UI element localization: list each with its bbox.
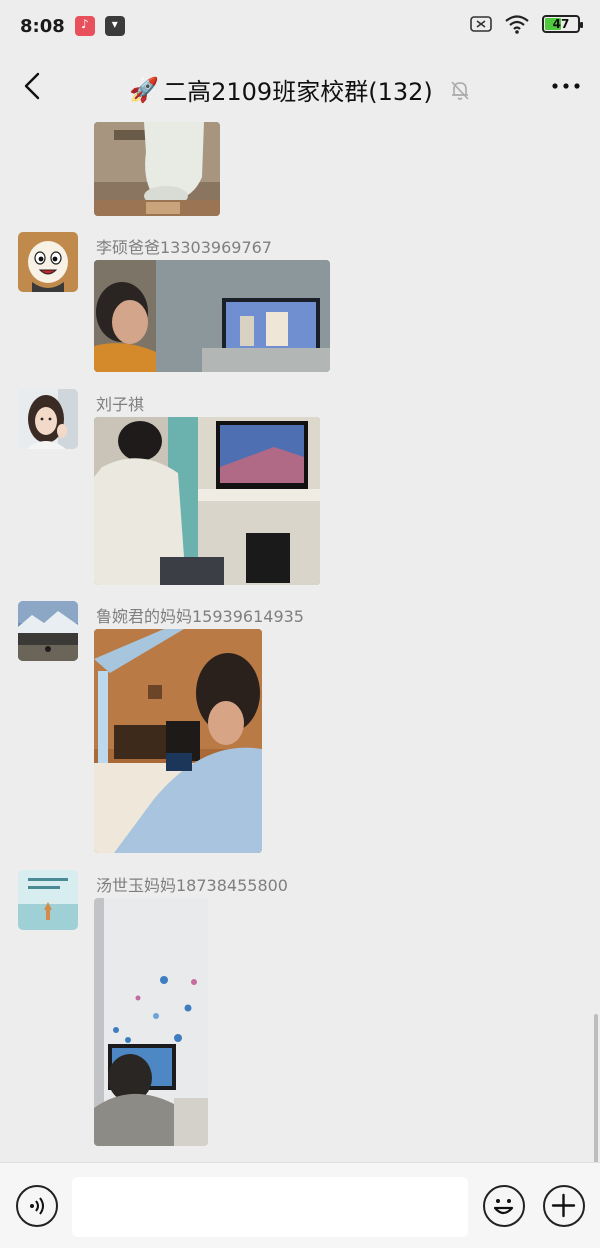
more-button[interactable] bbox=[546, 68, 586, 104]
battery-icon: 47 bbox=[542, 15, 583, 33]
avatar[interactable] bbox=[18, 232, 78, 292]
status-time: 8:08 bbox=[20, 15, 65, 37]
sender-name: 汤世玉妈妈18738455800 bbox=[96, 876, 288, 895]
sender-name: 李硕爸爸13303969767 bbox=[96, 238, 272, 257]
scrollbar[interactable] bbox=[594, 1014, 598, 1162]
battery-percent: 47 bbox=[552, 17, 570, 31]
message-photo[interactable] bbox=[94, 629, 262, 853]
message-photo[interactable] bbox=[94, 260, 330, 372]
status-bar: 8:08 ♪ ▾ 47 bbox=[0, 0, 600, 52]
chat-screen: 8:08 ♪ ▾ 47 🚀 二高2109班家校群(132) 李硕爸爸133039… bbox=[0, 0, 600, 1248]
back-button[interactable] bbox=[14, 68, 50, 104]
avatar[interactable] bbox=[18, 601, 78, 661]
input-bar bbox=[0, 1162, 600, 1248]
voice-button[interactable] bbox=[16, 1185, 58, 1227]
emoji-button[interactable] bbox=[483, 1185, 525, 1227]
message-photo[interactable] bbox=[94, 898, 208, 1146]
status-icons: 47 bbox=[470, 14, 583, 34]
tiktok-icon: ♪ bbox=[74, 16, 95, 36]
rocket-emoji: 🚀 bbox=[129, 75, 160, 104]
smiley-icon bbox=[493, 1199, 514, 1215]
voice-icon bbox=[30, 1197, 44, 1215]
ellipsis-icon bbox=[552, 83, 580, 89]
no-sim-icon bbox=[470, 16, 492, 32]
group-name: 二高2109班家校群(132) bbox=[163, 78, 433, 106]
bell-off-icon bbox=[451, 80, 469, 100]
mi-app-icon: ▾ bbox=[104, 16, 125, 36]
plus-icon bbox=[551, 1193, 576, 1218]
chat-header: 🚀 二高2109班家校群(132) bbox=[0, 52, 600, 122]
message-photo[interactable] bbox=[94, 122, 220, 216]
message-list[interactable]: 李硕爸爸13303969767 刘子祺 鲁婉君的妈妈15939614935 汤世… bbox=[0, 122, 600, 1162]
add-button[interactable] bbox=[543, 1185, 585, 1227]
avatar[interactable] bbox=[18, 389, 78, 449]
wifi-icon bbox=[505, 15, 529, 34]
group-title[interactable]: 🚀 二高2109班家校群(132) bbox=[129, 72, 471, 107]
message-photo[interactable] bbox=[94, 417, 320, 585]
chevron-left-icon bbox=[24, 72, 40, 100]
avatar[interactable] bbox=[18, 870, 78, 930]
message-input[interactable] bbox=[72, 1177, 468, 1237]
sender-name: 刘子祺 bbox=[96, 395, 145, 414]
sender-name: 鲁婉君的妈妈15939614935 bbox=[96, 607, 304, 626]
